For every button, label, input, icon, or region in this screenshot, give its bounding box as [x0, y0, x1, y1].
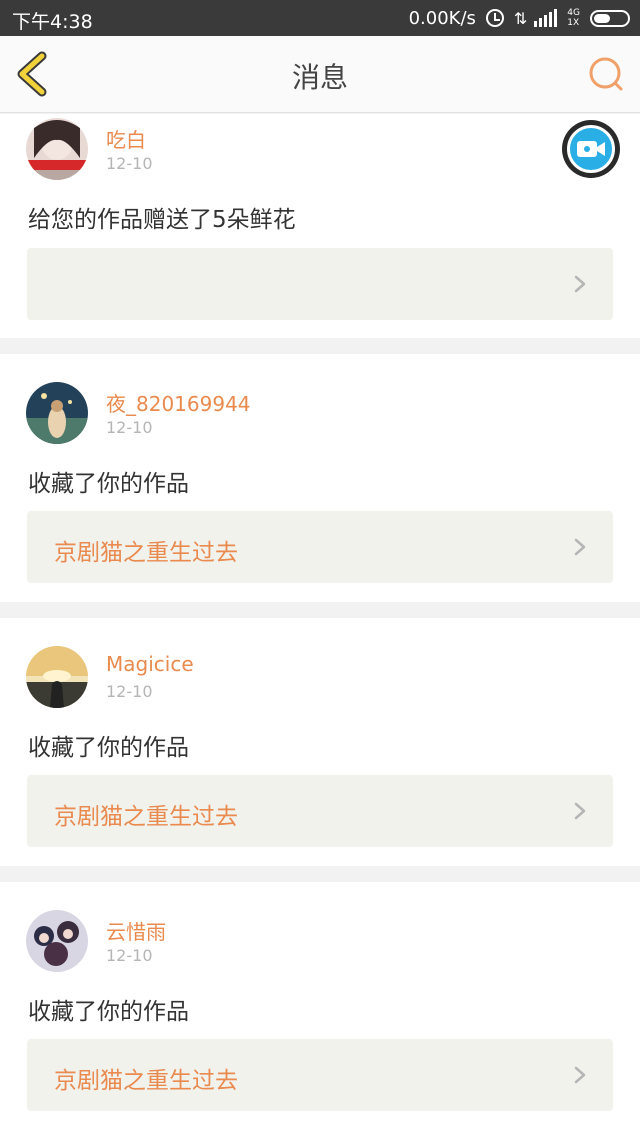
battery-icon: [590, 9, 630, 27]
signal-icon: [534, 9, 558, 27]
video-camera-icon: [577, 141, 605, 157]
chevron-right-icon: [574, 802, 586, 820]
alarm-icon: [485, 9, 504, 27]
avatar-image: [26, 646, 88, 708]
avatar-image: [26, 382, 88, 444]
message-text: 收藏了你的作品: [28, 735, 189, 761]
avatar[interactable]: [26, 910, 88, 972]
list-item: 夜_820169944 12-10 收藏了你的作品 京剧猫之重生过去: [0, 354, 640, 602]
work-title: 京剧猫之重生过去: [54, 804, 238, 830]
search-icon: [589, 57, 623, 91]
avatar[interactable]: [26, 646, 88, 708]
work-link[interactable]: 京剧猫之重生过去: [27, 1039, 613, 1111]
page-title: 消息: [291, 61, 348, 94]
message-date: 12-10: [106, 946, 153, 965]
message-date: 12-10: [106, 682, 153, 701]
chevron-right-icon: [574, 538, 586, 556]
username[interactable]: 云惜雨: [106, 916, 166, 945]
network-type: 4G 1X: [567, 8, 580, 28]
message-text: 收藏了你的作品: [28, 471, 189, 497]
list-item: 云惜雨 12-10 收藏了你的作品 京剧猫之重生过去: [0, 882, 640, 1138]
work-link[interactable]: 京剧猫之重生过去: [27, 511, 613, 583]
status-bar: 下午4:38 0.00K/s ⇅ 4G 1X: [0, 0, 640, 36]
avatar-image: [26, 910, 88, 972]
list-item: 吃白 12-10 给您的作品赠送了5朵鲜花: [0, 114, 640, 338]
message-text: 给您的作品赠送了5朵鲜花: [28, 207, 296, 233]
search-button[interactable]: [586, 54, 626, 94]
username[interactable]: 夜_820169944: [106, 388, 251, 417]
message-date: 12-10: [106, 154, 153, 173]
chevron-right-icon: [574, 1066, 586, 1084]
avatar[interactable]: [26, 382, 88, 444]
work-title: 京剧猫之重生过去: [54, 540, 238, 566]
username[interactable]: 吃白: [106, 124, 146, 153]
work-link[interactable]: [27, 248, 613, 320]
net-speed: 0.00K/s: [408, 7, 476, 29]
status-time: 下午4:38: [12, 11, 93, 33]
work-link[interactable]: 京剧猫之重生过去: [27, 775, 613, 847]
avatar[interactable]: [26, 118, 88, 180]
message-text: 收藏了你的作品: [28, 999, 189, 1025]
video-record-button[interactable]: [562, 120, 620, 178]
chevron-right-icon: [574, 275, 586, 293]
top-nav-bar: 消息: [0, 36, 640, 113]
message-date: 12-10: [106, 418, 153, 437]
list-item: Magicice 12-10 收藏了你的作品 京剧猫之重生过去: [0, 618, 640, 866]
avatar-image: [26, 118, 88, 180]
data-transfer-icon: ⇅: [513, 8, 528, 28]
status-icons: 0.00K/s ⇅ 4G 1X: [409, 6, 630, 30]
work-title: 京剧猫之重生过去: [54, 1068, 238, 1094]
username[interactable]: Magicice: [106, 652, 194, 676]
